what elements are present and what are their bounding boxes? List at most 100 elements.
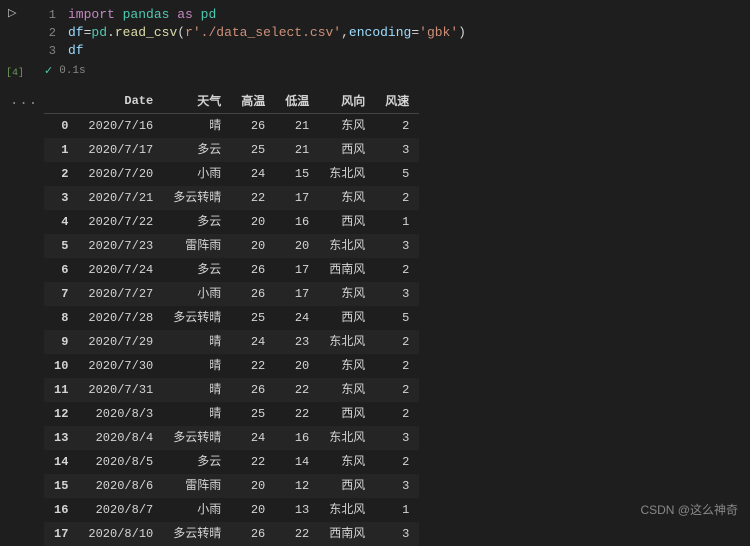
table-row: 62020/7/24多云2617西南风2: [44, 258, 419, 282]
cell-value: 西南风: [319, 522, 375, 546]
cell-value: 小雨: [163, 282, 231, 306]
cell-value: 26: [231, 282, 275, 306]
cell-value: 24: [231, 330, 275, 354]
cell-value: 3: [375, 282, 419, 306]
cell-value: 20: [275, 234, 319, 258]
cell-value: 东风: [319, 282, 375, 306]
code-line[interactable]: 2df=pd.read_csv(r'./data_select.csv',enc…: [44, 24, 750, 42]
cell-value: 2: [375, 450, 419, 474]
cell-value: 3: [375, 138, 419, 162]
table-body: 02020/7/16晴2621东风212020/7/17多云2521西风3220…: [44, 114, 419, 546]
cell-value: 20: [275, 354, 319, 378]
run-cell-icon[interactable]: ▷: [0, 6, 40, 20]
table-row: 02020/7/16晴2621东风2: [44, 114, 419, 139]
cell-value: 西南风: [319, 258, 375, 282]
code-line[interactable]: 1import pandas as pd: [44, 6, 750, 24]
row-index: 0: [44, 114, 78, 139]
table-row: 82020/7/28多云转晴2524西风5: [44, 306, 419, 330]
cell-value: 雷阵雨: [163, 474, 231, 498]
table-row: 142020/8/5多云2214东风2: [44, 450, 419, 474]
cell-value: 东风: [319, 354, 375, 378]
cell-value: 2020/7/16: [78, 114, 163, 139]
column-header: 风速: [375, 88, 419, 114]
table-row: 112020/7/31晴2622东风2: [44, 378, 419, 402]
cell-value: 26: [231, 258, 275, 282]
cell-value: 西风: [319, 306, 375, 330]
cell-value: 15: [275, 162, 319, 186]
cell-value: 西风: [319, 474, 375, 498]
cell-value: 2020/7/22: [78, 210, 163, 234]
cell-value: 西风: [319, 138, 375, 162]
cell-value: 多云: [163, 258, 231, 282]
code-content[interactable]: import pandas as pd: [68, 6, 216, 24]
cell-value: 2020/7/17: [78, 138, 163, 162]
cell-value: 17: [275, 186, 319, 210]
cell-value: 23: [275, 330, 319, 354]
cell-value: 2020/7/31: [78, 378, 163, 402]
cell-value: 3: [375, 474, 419, 498]
cell-value: 20: [231, 474, 275, 498]
cell-value: 20: [231, 234, 275, 258]
row-index: 1: [44, 138, 78, 162]
line-number: 3: [44, 42, 68, 60]
cell-value: 雷阵雨: [163, 234, 231, 258]
code-content[interactable]: df: [68, 42, 84, 60]
cell-value: 1: [375, 498, 419, 522]
cell-value: 2: [375, 354, 419, 378]
table-row: 22020/7/20小雨2415东北风5: [44, 162, 419, 186]
column-header: 天气: [163, 88, 231, 114]
cell-value: 24: [231, 426, 275, 450]
cell-value: 东北风: [319, 234, 375, 258]
table-row: 12020/7/17多云2521西风3: [44, 138, 419, 162]
cell-value: 20: [231, 210, 275, 234]
more-actions-icon[interactable]: ...: [0, 93, 40, 109]
cell-value: 2020/7/20: [78, 162, 163, 186]
execution-time: 0.1s: [59, 65, 85, 77]
code-line[interactable]: 3df: [44, 42, 750, 60]
cell-value: 晴: [163, 378, 231, 402]
row-index: 7: [44, 282, 78, 306]
cell-value: 东北风: [319, 426, 375, 450]
code-content[interactable]: df=pd.read_csv(r'./data_select.csv',enco…: [68, 24, 466, 42]
output-area: Date天气高温低温风向风速 02020/7/16晴2621东风212020/7…: [44, 88, 750, 546]
cell-value: 2020/8/4: [78, 426, 163, 450]
line-number: 1: [44, 6, 68, 24]
cell-value: 16: [275, 210, 319, 234]
cell-value: 22: [231, 354, 275, 378]
table-row: 152020/8/6雷阵雨2012西风3: [44, 474, 419, 498]
cell-value: 东风: [319, 450, 375, 474]
cell-value: 晴: [163, 330, 231, 354]
row-index: 5: [44, 234, 78, 258]
cell-value: 22: [275, 402, 319, 426]
table-row: 172020/8/10多云转晴2622西南风3: [44, 522, 419, 546]
cell-value: 2: [375, 378, 419, 402]
cell-value: 东风: [319, 186, 375, 210]
cell-value: 26: [231, 114, 275, 139]
table-row: 52020/7/23雷阵雨2020东北风3: [44, 234, 419, 258]
line-number: 2: [44, 24, 68, 42]
cell-value: 小雨: [163, 162, 231, 186]
cell-value: 多云转晴: [163, 186, 231, 210]
cell-value: 3: [375, 426, 419, 450]
cell-value: 小雨: [163, 498, 231, 522]
cell-value: 25: [231, 138, 275, 162]
cell-value: 1: [375, 210, 419, 234]
cell-value: 2020/7/23: [78, 234, 163, 258]
cell-value: 26: [231, 378, 275, 402]
cell-value: 晴: [163, 354, 231, 378]
cell-value: 2020/8/3: [78, 402, 163, 426]
code-cell[interactable]: 1import pandas as pd2df=pd.read_csv(r'./…: [44, 0, 750, 60]
success-check-icon: ✓: [44, 64, 53, 78]
row-index: 8: [44, 306, 78, 330]
cell-value: 多云: [163, 210, 231, 234]
cell-value: 16: [275, 426, 319, 450]
cell-value: 多云: [163, 138, 231, 162]
cell-value: 24: [275, 306, 319, 330]
table-header-row: Date天气高温低温风向风速: [44, 88, 419, 114]
cell-value: 2020/7/27: [78, 282, 163, 306]
cell-status: ✓ 0.1s: [44, 64, 750, 78]
column-header: 高温: [231, 88, 275, 114]
cell-value: 2020/8/6: [78, 474, 163, 498]
cell-value: 东北风: [319, 330, 375, 354]
cell-value: 东北风: [319, 162, 375, 186]
